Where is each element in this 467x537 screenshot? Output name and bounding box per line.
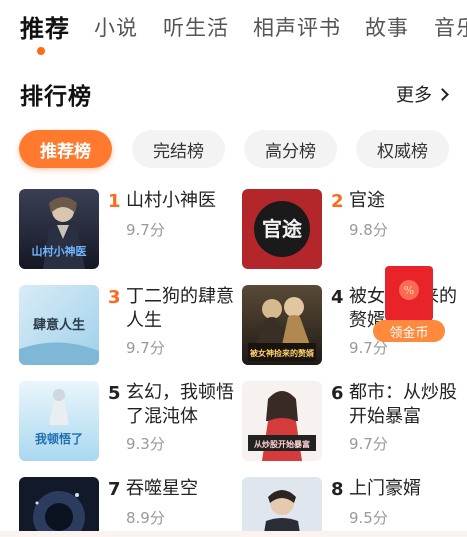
book-cover (242, 477, 322, 537)
book-score: 9.3分 (126, 435, 165, 453)
book-item[interactable]: 7 吞噬星空 8.9分 (19, 477, 234, 537)
book-score: 9.7分 (349, 435, 388, 453)
book-score: 9.7分 (126, 339, 165, 357)
book-title: 吞噬星空 (126, 478, 198, 499)
book-cover (19, 477, 99, 537)
tab-novel[interactable]: 小说 (94, 12, 138, 42)
book-title: 山村小神医 (126, 190, 216, 211)
rank-number: 1 (108, 191, 121, 212)
book-cover: 从炒股开始暴富 (242, 381, 322, 461)
rank-number: 8 (331, 479, 344, 500)
book-score: 9.5分 (349, 509, 388, 527)
chip-authority-rank[interactable]: 权威榜 (356, 130, 449, 168)
more-button[interactable]: 更多 (396, 81, 449, 107)
cover-title: 我顿悟了 (35, 431, 83, 446)
chip-finished-rank[interactable]: 完结榜 (132, 130, 225, 168)
rank-number: 6 (331, 383, 344, 404)
tab-music[interactable]: 音乐 (434, 12, 467, 42)
book-cover: 被女神捡来的赘婿 (242, 285, 322, 365)
cover-title: 从炒股开始暴富 (254, 439, 310, 449)
book-title: 上门豪婿 (349, 478, 421, 499)
book-score: 8.9分 (126, 509, 165, 527)
book-cover: 我顿悟了 (19, 381, 99, 461)
cover-title: 官途 (262, 217, 303, 241)
book-score: 9.8分 (349, 221, 388, 239)
tab-story[interactable]: 故事 (365, 12, 409, 42)
rank-number: 7 (108, 479, 121, 500)
cover-title: 被女神捡来的赘婿 (250, 348, 315, 358)
book-cover: 官途 (242, 189, 322, 269)
cover-title: 肆意人生 (33, 317, 85, 333)
rank-number: 2 (331, 191, 344, 212)
tab-life[interactable]: 听生活 (163, 12, 229, 42)
rank-number: 5 (108, 383, 121, 404)
category-tabs: 推荐 小说 听生活 相声评书 故事 音乐 (0, 0, 467, 60)
bottom-edge (0, 531, 467, 537)
book-item[interactable]: 从炒股开始暴富 6 都市：从炒股开始暴富 9.7分 (242, 381, 457, 463)
chip-recommend-rank[interactable]: 推荐榜 (19, 130, 112, 168)
cover-title: 山村小神医 (32, 244, 87, 258)
book-score: 9.7分 (126, 221, 165, 239)
book-item[interactable]: 我顿悟了 5 玄幻，我顿悟了混沌体 9.3分 (19, 381, 234, 463)
tab-crosstalk[interactable]: 相声评书 (253, 12, 341, 42)
collect-coins-button[interactable]: 领金币 (373, 320, 445, 342)
book-cover: 肆意人生 (19, 285, 99, 365)
book-title: 都市：从炒股开始暴富 (349, 382, 457, 427)
book-item[interactable]: 8 上门豪婿 9.5分 (242, 477, 457, 537)
book-item[interactable]: 山村小神医 1 山村小神医 9.7分 (19, 189, 234, 271)
book-item[interactable]: 官途 2 官途 9.8分 (242, 189, 457, 271)
ranking-title: 排行榜 (20, 84, 92, 110)
rank-number: 4 (331, 287, 344, 308)
book-item[interactable]: 肆意人生 3 丁二狗的肆意人生 9.7分 (19, 285, 234, 367)
red-envelope-widget[interactable]: % (385, 266, 433, 321)
chevron-right-icon (436, 87, 449, 101)
chip-high-score-rank[interactable]: 高分榜 (244, 130, 337, 168)
rank-number: 3 (108, 287, 121, 308)
tab-recommend[interactable]: 推荐 (20, 9, 70, 44)
active-tab-indicator (37, 47, 45, 55)
book-cover: 山村小神医 (19, 189, 99, 269)
more-label: 更多 (396, 85, 432, 106)
book-title: 丁二狗的肆意人生 (126, 286, 234, 331)
book-title: 玄幻，我顿悟了混沌体 (126, 382, 234, 427)
book-title: 官途 (349, 190, 385, 211)
coin-icon: % (399, 280, 419, 300)
